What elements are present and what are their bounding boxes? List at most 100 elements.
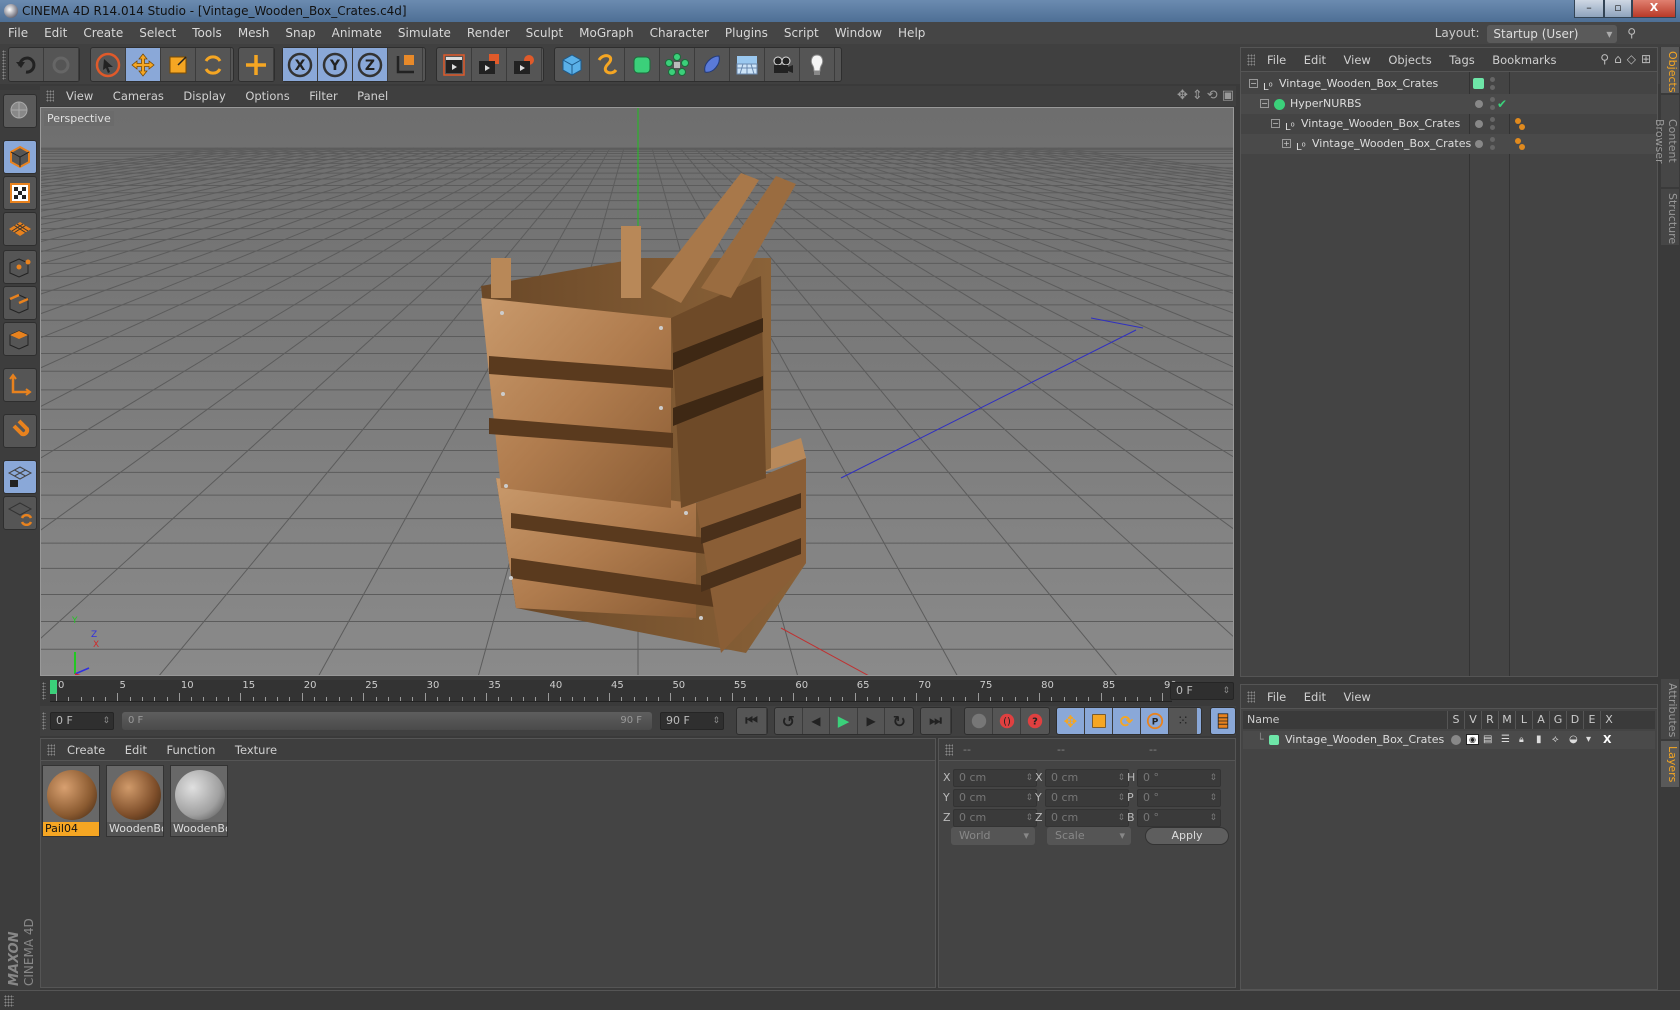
tab-content-browser[interactable]: Content Browser bbox=[1653, 95, 1679, 187]
menu-file[interactable]: File bbox=[0, 22, 36, 44]
y-axis-lock-icon[interactable]: Y bbox=[318, 48, 353, 81]
frame-range-slider[interactable]: 0 F 90 F bbox=[122, 712, 652, 730]
spinner-icon[interactable]: ⇕ bbox=[1025, 770, 1033, 786]
generator-icon[interactable]: ⟡ bbox=[1552, 731, 1559, 749]
make-editable-icon[interactable] bbox=[3, 94, 37, 128]
viewport-menu-options[interactable]: Options bbox=[245, 86, 289, 106]
panel-grip[interactable] bbox=[46, 90, 54, 102]
coord-value-field[interactable]: 0 ° ⇕ bbox=[1137, 789, 1221, 807]
toolbar-grip[interactable] bbox=[2, 50, 6, 80]
home-icon[interactable]: ⌂ bbox=[1614, 52, 1622, 66]
end-frame-field[interactable]: 90 F ⇕ bbox=[660, 712, 724, 730]
tab-structure[interactable]: Structure bbox=[1661, 189, 1679, 245]
coord-value-field[interactable]: 0 ° ⇕ bbox=[1137, 809, 1221, 827]
subdivision-nurbs-icon[interactable] bbox=[625, 48, 660, 81]
deformer-icon[interactable] bbox=[695, 48, 730, 81]
visibility-toggle[interactable] bbox=[1490, 97, 1495, 102]
menu-sculpt[interactable]: Sculpt bbox=[518, 22, 571, 44]
visibility-toggle[interactable] bbox=[1490, 85, 1495, 90]
column-name[interactable]: Name bbox=[1247, 711, 1279, 729]
menu-simulate[interactable]: Simulate bbox=[390, 22, 459, 44]
column-manager[interactable]: M bbox=[1498, 711, 1515, 729]
menu-render[interactable]: Render bbox=[459, 22, 518, 44]
cube-primitive-icon[interactable] bbox=[555, 48, 590, 81]
points-mode-icon[interactable] bbox=[3, 250, 37, 284]
expression-icon[interactable]: ▾ bbox=[1586, 731, 1591, 749]
dolly-view-icon[interactable]: ⇕ bbox=[1192, 88, 1203, 103]
scale-icon[interactable] bbox=[161, 48, 196, 81]
3d-viewport[interactable]: Perspective Y Z X bbox=[40, 107, 1234, 676]
object-row[interactable]: − L⁰ Vintage_Wooden_Box_Crates bbox=[1241, 74, 1657, 94]
menu-window[interactable]: Window bbox=[827, 22, 890, 44]
maximize-button[interactable]: ▫ bbox=[1604, 0, 1632, 18]
close-button[interactable]: X bbox=[1632, 0, 1676, 18]
layer-menu-view[interactable]: View bbox=[1344, 690, 1371, 704]
move-track-icon[interactable]: ✥ bbox=[1057, 708, 1085, 734]
next-key-icon[interactable]: ↻ bbox=[885, 708, 913, 734]
panel-grip[interactable] bbox=[945, 744, 953, 756]
pla-track-icon[interactable]: ⁙ bbox=[1169, 708, 1197, 734]
rotate-track-icon[interactable]: ⟳ bbox=[1113, 708, 1141, 734]
object-row[interactable]: − L⁰ Vintage_Wooden_Box_Crates bbox=[1241, 114, 1657, 134]
timeline-track[interactable]: 051015202530354045505560657075808590 bbox=[50, 680, 1177, 702]
menu-mesh[interactable]: Mesh bbox=[230, 22, 278, 44]
spinner-icon[interactable]: ⇕ bbox=[1025, 790, 1033, 806]
spline-pen-icon[interactable] bbox=[590, 48, 625, 81]
object-row[interactable]: − HyperNURBS ✔ bbox=[1241, 94, 1657, 114]
panel-grip[interactable] bbox=[1247, 691, 1255, 703]
viewport-menu-filter[interactable]: Filter bbox=[309, 86, 337, 106]
rotate-view-icon[interactable]: ⟲ bbox=[1207, 88, 1218, 103]
layer-dot[interactable] bbox=[1475, 140, 1483, 148]
step-back-icon[interactable]: ◀ bbox=[803, 708, 831, 734]
xref-icon[interactable]: X bbox=[1603, 731, 1611, 749]
layout-dropdown[interactable]: Startup (User) bbox=[1487, 24, 1618, 43]
timeline-ruler[interactable]: 051015202530354045505560657075808590 0 F… bbox=[40, 678, 1236, 704]
column-generators[interactable]: G bbox=[1549, 711, 1566, 729]
menu-tools[interactable]: Tools bbox=[184, 22, 230, 44]
redo-icon[interactable] bbox=[44, 48, 79, 81]
material-menu-create[interactable]: Create bbox=[67, 743, 105, 757]
light-icon[interactable] bbox=[800, 48, 835, 81]
manager-hierarchy-icon[interactable]: ☰ bbox=[1501, 731, 1510, 749]
viewport-menu-cameras[interactable]: Cameras bbox=[113, 86, 164, 106]
scale-track-icon[interactable] bbox=[1085, 708, 1113, 734]
status-grip[interactable] bbox=[4, 995, 14, 1007]
undo-icon[interactable] bbox=[9, 48, 44, 81]
deformer-icon[interactable]: ◒ bbox=[1569, 731, 1578, 749]
world-coordinates-icon[interactable] bbox=[388, 48, 423, 81]
spinner-icon[interactable]: ⇕ bbox=[1209, 770, 1217, 786]
step-forward-icon[interactable]: ▶ bbox=[858, 708, 886, 734]
keyframe-help-icon[interactable]: ? bbox=[1021, 708, 1049, 734]
autokey-icon[interactable] bbox=[965, 708, 993, 734]
enabled-check-icon[interactable]: ✔ bbox=[1497, 94, 1507, 114]
viewport-label[interactable]: Perspective bbox=[44, 111, 114, 126]
panel-grip[interactable] bbox=[1247, 54, 1255, 66]
column-render[interactable]: R bbox=[1481, 711, 1498, 729]
film-strip-icon[interactable] bbox=[1211, 708, 1235, 734]
object-name[interactable]: Vintage_Wooden_Box_Crates bbox=[1279, 74, 1438, 94]
object-menu-edit[interactable]: Edit bbox=[1304, 53, 1326, 67]
param-track-icon[interactable]: P bbox=[1141, 708, 1169, 734]
collapse-icon[interactable]: − bbox=[1271, 119, 1280, 128]
visibility-toggle[interactable] bbox=[1490, 125, 1495, 130]
coord-value-field[interactable]: 0 cm ⇕ bbox=[1045, 809, 1129, 827]
material-tag-icon[interactable] bbox=[1519, 124, 1525, 130]
object-menu-file[interactable]: File bbox=[1267, 53, 1286, 67]
new-window-icon[interactable]: ⊞ bbox=[1641, 52, 1651, 66]
apply-button[interactable]: Apply bbox=[1145, 827, 1229, 845]
layer-menu-file[interactable]: File bbox=[1267, 690, 1286, 704]
animation-film-icon[interactable]: ▮ bbox=[1536, 731, 1542, 749]
texture-mode-icon[interactable] bbox=[3, 176, 37, 210]
go-to-end-icon[interactable]: ⏭ bbox=[921, 708, 951, 734]
move-view-icon[interactable]: ✥ bbox=[1177, 88, 1188, 103]
viewport-menu-panel[interactable]: Panel bbox=[357, 86, 388, 106]
camera-icon[interactable] bbox=[765, 48, 800, 81]
render-settings-icon[interactable] bbox=[507, 48, 542, 81]
material-swatch[interactable]: Pail04 bbox=[42, 765, 100, 837]
menu-select[interactable]: Select bbox=[131, 22, 184, 44]
coord-value-field[interactable]: 0 ° ⇕ bbox=[1137, 769, 1221, 787]
search-icon[interactable]: ⚲ bbox=[1600, 52, 1609, 66]
object-name[interactable]: Vintage_Wooden_Box_Crates bbox=[1312, 134, 1471, 154]
menu-script[interactable]: Script bbox=[776, 22, 827, 44]
menu-create[interactable]: Create bbox=[75, 22, 131, 44]
